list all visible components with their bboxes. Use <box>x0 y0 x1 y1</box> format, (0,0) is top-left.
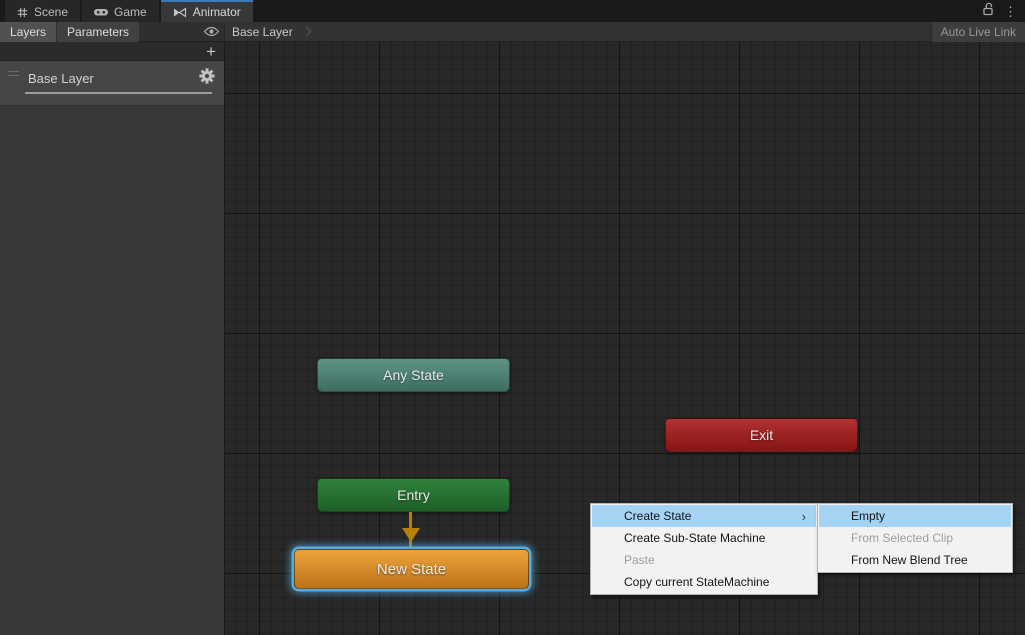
menu-item-label: Paste <box>624 553 808 567</box>
tab-bar-controls: ⋮ <box>982 0 1025 22</box>
kebab-menu-icon[interactable]: ⋮ <box>1004 5 1017 18</box>
menu-item-label: From Selected Clip <box>851 531 1003 545</box>
gear-icon[interactable] <box>199 68 215 89</box>
state-machine-canvas[interactable]: Any State Exit Entry New State Create St… <box>225 42 1025 635</box>
transition-arrowhead-icon <box>402 528 420 542</box>
node-exit-label: Exit <box>750 427 773 443</box>
submenu-arrow-icon: › <box>802 510 808 523</box>
tab-animator[interactable]: Animator <box>161 0 253 22</box>
auto-live-link-button[interactable]: Auto Live Link <box>931 22 1025 42</box>
menu-item-copy-current-statemachine[interactable]: Copy current StateMachine <box>592 571 816 593</box>
tab-scene-label: Scene <box>34 5 68 19</box>
node-new-state-label: New State <box>377 561 446 578</box>
node-entry[interactable]: Entry <box>317 478 510 512</box>
menu-item-label: Create State <box>624 509 802 523</box>
context-menu: Create State › Create Sub-State Machine … <box>590 503 818 595</box>
toolbar-breadcrumb-bar: Base Layer Auto Live Link <box>225 22 1025 41</box>
menu-item-empty[interactable]: Empty <box>819 505 1011 527</box>
breadcrumb-chevron-icon <box>301 27 311 37</box>
create-state-submenu: Empty From Selected Clip From New Blend … <box>817 503 1013 573</box>
node-entry-label: Entry <box>397 487 430 503</box>
menu-item-from-selected-clip: From Selected Clip <box>819 527 1011 549</box>
layers-button[interactable]: Layers <box>0 22 56 42</box>
menu-item-label: Create Sub-State Machine <box>624 531 808 545</box>
node-exit[interactable]: Exit <box>665 418 858 452</box>
breadcrumb-base-layer[interactable]: Base Layer <box>225 22 310 41</box>
visibility-eye-icon[interactable] <box>203 26 220 37</box>
toolbar-left-panel: Layers Parameters <box>0 22 225 41</box>
animator-toolbar: Layers Parameters Base Layer Auto Live L… <box>0 22 1025 42</box>
tab-game[interactable]: Game <box>82 0 159 22</box>
scene-grid-icon <box>17 7 28 18</box>
layer-item-base-layer[interactable]: Base Layer <box>0 61 224 106</box>
tab-game-label: Game <box>114 5 147 19</box>
animator-icon <box>173 7 187 18</box>
layers-panel: + Base Layer <box>0 42 225 635</box>
node-any-state[interactable]: Any State <box>317 358 510 392</box>
menu-item-from-new-blend-tree[interactable]: From New Blend Tree <box>819 549 1011 571</box>
tab-scene[interactable]: Scene <box>5 0 80 22</box>
animator-main: + Base Layer <box>0 42 1025 635</box>
tab-bar: Scene Game Animator ⋮ <box>0 0 1025 22</box>
menu-item-label: From New Blend Tree <box>851 553 1003 567</box>
layer-name-label: Base Layer <box>28 71 94 86</box>
menu-item-label: Copy current StateMachine <box>624 575 808 589</box>
menu-item-create-sub-state-machine[interactable]: Create Sub-State Machine <box>592 527 816 549</box>
layer-weight-slider[interactable] <box>25 92 212 94</box>
add-layer-button[interactable]: + <box>198 43 224 60</box>
gamepad-icon <box>94 7 108 17</box>
node-new-state[interactable]: New State <box>294 549 529 589</box>
tab-animator-label: Animator <box>193 5 241 19</box>
drag-handle-icon <box>8 71 19 76</box>
menu-item-create-state[interactable]: Create State › <box>592 505 816 527</box>
parameters-button[interactable]: Parameters <box>57 22 139 42</box>
node-any-state-label: Any State <box>383 367 444 383</box>
lock-icon[interactable] <box>982 2 994 21</box>
layers-panel-header: + <box>0 42 224 61</box>
menu-item-label: Empty <box>851 509 1003 523</box>
menu-item-paste: Paste <box>592 549 816 571</box>
breadcrumb-label: Base Layer <box>232 25 293 39</box>
animator-window: Scene Game Animator ⋮ Layers Parameters <box>0 0 1025 635</box>
